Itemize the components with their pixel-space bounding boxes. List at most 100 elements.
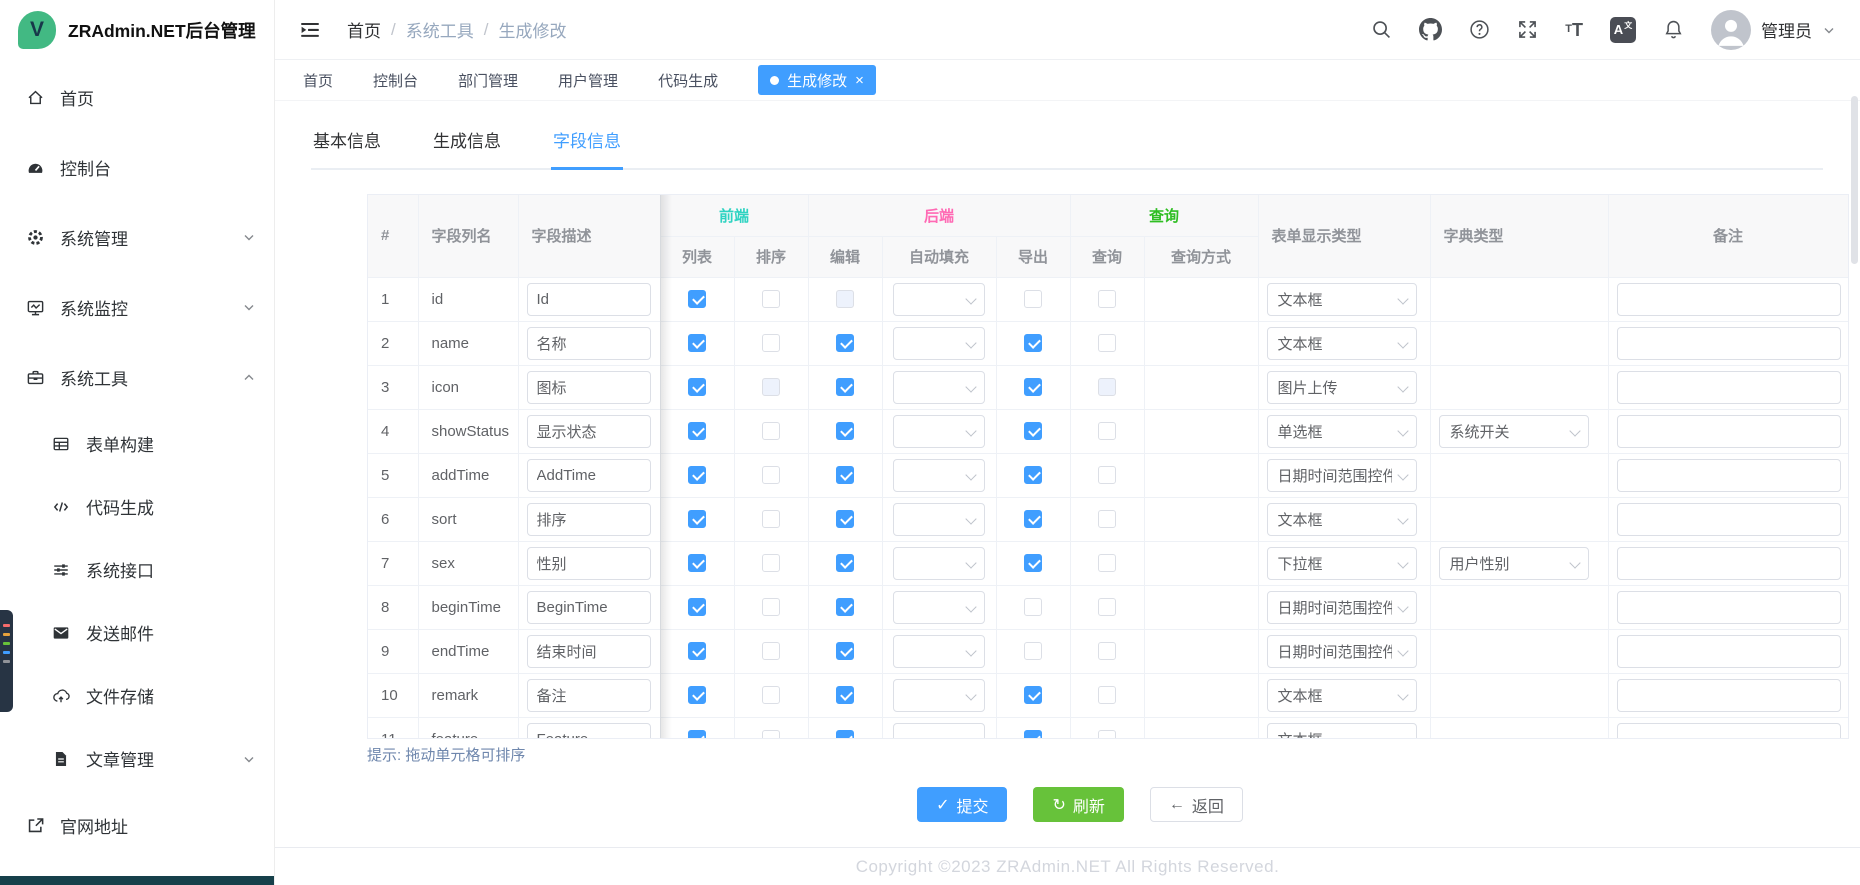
sidebar-item-home[interactable]: 首页 [0,62,274,132]
display-type-select[interactable]: 日期时间范围控件 [1267,635,1417,668]
user-menu[interactable]: 管理员 [1711,10,1836,50]
export-checkbox[interactable] [1024,510,1042,528]
sort-checkbox[interactable] [762,598,780,616]
tag-home[interactable]: 首页 [303,70,333,91]
column-desc-input[interactable] [527,679,651,712]
remark-input[interactable] [1617,723,1841,740]
query-checkbox[interactable] [1098,290,1116,308]
list-checkbox[interactable] [688,730,706,739]
export-checkbox[interactable] [1024,730,1042,739]
edit-checkbox[interactable] [836,334,854,352]
tag-dept-manage[interactable]: 部门管理 [458,70,518,91]
edit-checkbox[interactable] [836,466,854,484]
display-type-select[interactable]: 日期时间范围控件 [1267,591,1417,624]
remark-input[interactable] [1617,503,1841,536]
list-checkbox[interactable] [688,422,706,440]
export-checkbox[interactable] [1024,554,1042,572]
app-logo[interactable]: V ZRAdmin.NET后台管理 [0,0,274,60]
remark-input[interactable] [1617,547,1841,580]
column-desc-input[interactable] [527,415,651,448]
list-checkbox[interactable] [688,554,706,572]
column-desc-input[interactable] [527,327,651,360]
sidebar-item-send-mail[interactable]: 发送邮件 [0,601,274,664]
tab-basic-info[interactable]: 基本信息 [311,127,383,168]
remark-input[interactable] [1617,371,1841,404]
sidebar-item-code-generate[interactable]: 代码生成 [0,475,274,538]
github-icon[interactable] [1419,18,1442,41]
back-button[interactable]: ←返回 [1150,787,1243,822]
column-desc-input[interactable] [527,503,651,536]
sort-checkbox[interactable] [762,510,780,528]
list-checkbox[interactable] [688,334,706,352]
display-type-select[interactable]: 单选框 [1267,415,1417,448]
sidebar-collapse-bar[interactable] [0,876,274,885]
sort-checkbox[interactable] [762,642,780,660]
autofill-select[interactable] [893,371,985,404]
autofill-select[interactable] [893,459,985,492]
autofill-select[interactable] [893,547,985,580]
tag-dashboard[interactable]: 控制台 [373,70,418,91]
sidebar-item-system-api[interactable]: 系统接口 [0,538,274,601]
bell-icon[interactable] [1663,19,1684,40]
display-type-select[interactable]: 文本框 [1267,679,1417,712]
export-checkbox[interactable] [1024,686,1042,704]
remark-input[interactable] [1617,591,1841,624]
remark-input[interactable] [1617,415,1841,448]
sidebar-item-file-storage[interactable]: 文件存储 [0,664,274,727]
dict-type-select[interactable]: 用户性别 [1439,547,1589,580]
edit-checkbox[interactable] [836,422,854,440]
remark-input[interactable] [1617,459,1841,492]
remark-input[interactable] [1617,283,1841,316]
display-type-select[interactable]: 文本框 [1267,327,1417,360]
sidebar-item-system-manage[interactable]: 系统管理 [0,202,274,272]
sidebar-item-system-tools[interactable]: 系统工具 [0,342,274,412]
export-checkbox[interactable] [1024,290,1042,308]
autofill-select[interactable] [893,723,985,740]
column-desc-input[interactable] [527,283,651,316]
list-checkbox[interactable] [688,686,706,704]
export-checkbox[interactable] [1024,642,1042,660]
list-checkbox[interactable] [688,642,706,660]
breadcrumb-item[interactable]: 首页 [347,17,381,42]
submit-button[interactable]: ✓提交 [917,787,1007,822]
list-checkbox[interactable] [688,510,706,528]
query-checkbox[interactable] [1098,554,1116,572]
column-desc-input[interactable] [527,723,651,740]
autofill-select[interactable] [893,327,985,360]
remark-input[interactable] [1617,679,1841,712]
sidebar-item-dashboard[interactable]: 控制台 [0,132,274,202]
column-desc-input[interactable] [527,547,651,580]
autofill-select[interactable] [893,415,985,448]
refresh-button[interactable]: ↻刷新 [1033,787,1123,822]
sidebar-fold-icon[interactable] [299,19,321,41]
column-desc-input[interactable] [527,635,651,668]
sort-checkbox[interactable] [762,290,780,308]
display-type-select[interactable]: 文本框 [1267,503,1417,536]
list-checkbox[interactable] [688,290,706,308]
export-checkbox[interactable] [1024,378,1042,396]
close-icon[interactable]: × [855,72,864,89]
sort-checkbox[interactable] [762,334,780,352]
autofill-select[interactable] [893,503,985,536]
sort-checkbox[interactable] [762,730,780,739]
theme-drawer-handle[interactable] [0,610,13,712]
edit-checkbox[interactable] [836,510,854,528]
query-checkbox[interactable] [1098,730,1116,739]
display-type-select[interactable]: 文本框 [1267,723,1417,740]
edit-checkbox[interactable] [836,378,854,396]
sort-checkbox[interactable] [762,554,780,572]
query-checkbox[interactable] [1098,686,1116,704]
export-checkbox[interactable] [1024,598,1042,616]
sort-checkbox[interactable] [762,422,780,440]
help-icon[interactable] [1469,19,1490,40]
page-scrollbar[interactable] [1851,96,1858,264]
fullscreen-icon[interactable] [1517,19,1538,40]
sidebar-item-form-builder[interactable]: 表单构建 [0,412,274,475]
sidebar-item-article-manage[interactable]: 文章管理 [0,727,274,790]
column-desc-input[interactable] [527,371,651,404]
sidebar-item-system-monitor[interactable]: 系统监控 [0,272,274,342]
query-checkbox[interactable] [1098,466,1116,484]
edit-checkbox[interactable] [836,554,854,572]
breadcrumb-item[interactable]: 系统工具 [406,17,474,42]
list-checkbox[interactable] [688,598,706,616]
